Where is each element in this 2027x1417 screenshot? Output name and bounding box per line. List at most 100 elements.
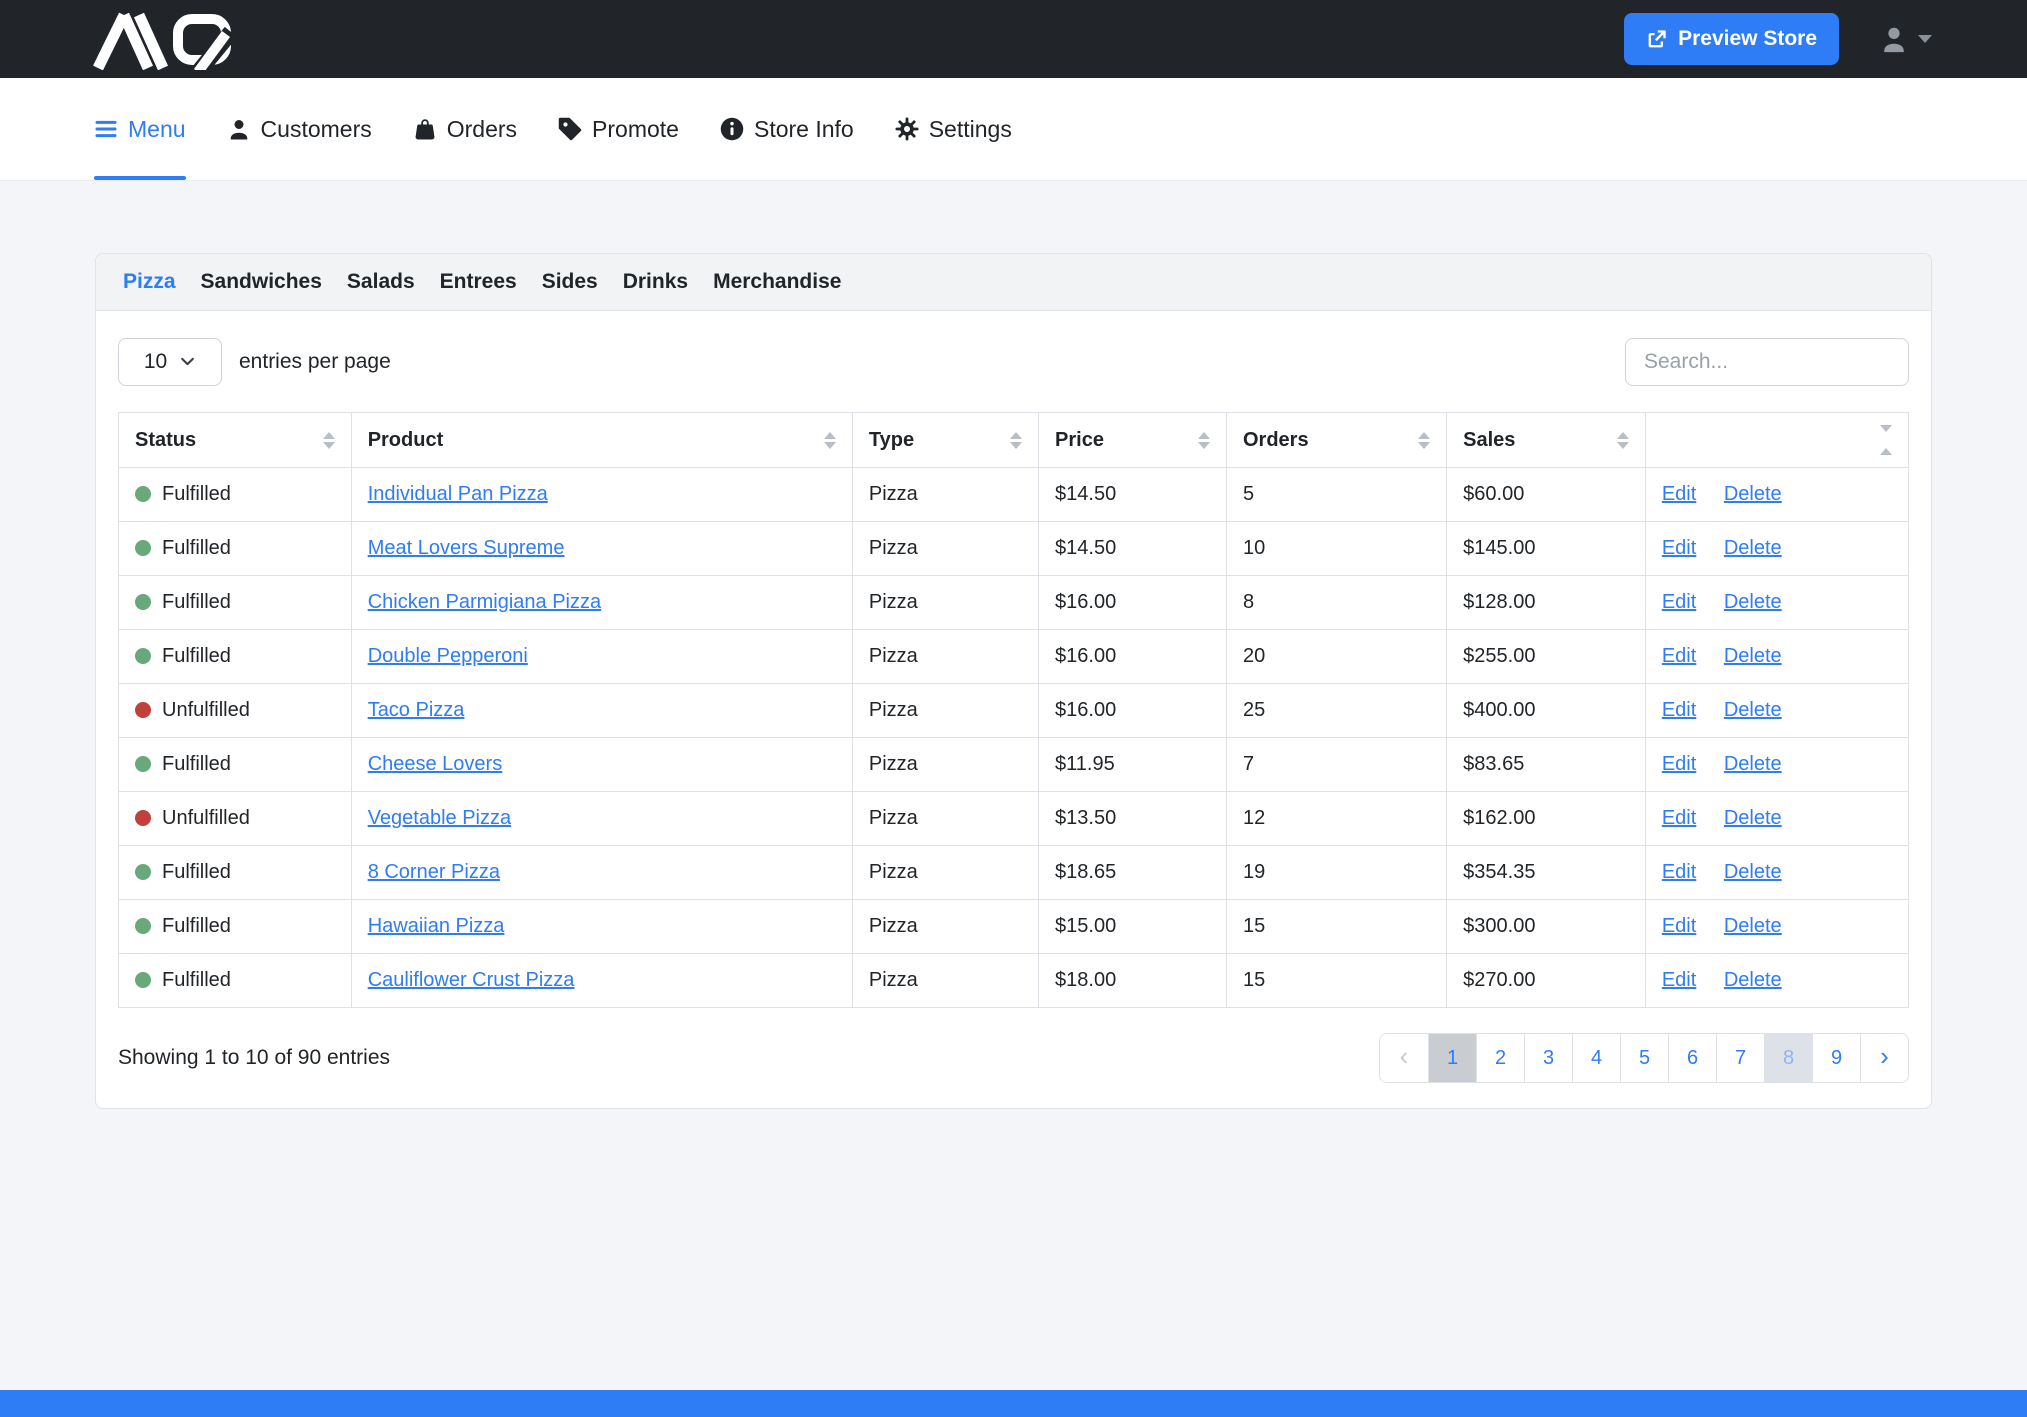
column-header-actions[interactable] bbox=[1645, 413, 1908, 468]
user-menu[interactable] bbox=[1879, 24, 1932, 54]
sort-icon bbox=[1010, 432, 1022, 449]
page-button-3[interactable]: 3 bbox=[1524, 1034, 1572, 1082]
column-header-product[interactable]: Product bbox=[351, 413, 852, 468]
product-link[interactable]: Cheese Lovers bbox=[368, 753, 503, 775]
edit-link[interactable]: Edit bbox=[1662, 969, 1696, 991]
status-label: Fulfilled bbox=[162, 537, 231, 559]
page-button-6[interactable]: 6 bbox=[1668, 1034, 1716, 1082]
delete-link[interactable]: Delete bbox=[1724, 969, 1782, 991]
column-header-type[interactable]: Type bbox=[852, 413, 1038, 468]
page-button-1[interactable]: 1 bbox=[1428, 1034, 1476, 1082]
type-cell: Pizza bbox=[852, 792, 1038, 846]
nav-item-orders[interactable]: Orders bbox=[413, 78, 517, 180]
info-icon bbox=[720, 117, 744, 141]
prev-page-button[interactable]: ‹ bbox=[1380, 1034, 1428, 1082]
actions-cell: Edit Delete bbox=[1645, 900, 1908, 954]
delete-link[interactable]: Delete bbox=[1724, 753, 1782, 775]
edit-link[interactable]: Edit bbox=[1662, 645, 1696, 667]
product-link[interactable]: Hawaiian Pizza bbox=[368, 915, 505, 937]
delete-link[interactable]: Delete bbox=[1724, 645, 1782, 667]
nav-item-settings[interactable]: Settings bbox=[895, 78, 1012, 180]
nav-item-customers[interactable]: Customers bbox=[227, 78, 372, 180]
page-button-9[interactable]: 9 bbox=[1812, 1034, 1860, 1082]
delete-link[interactable]: Delete bbox=[1724, 483, 1782, 505]
status-dot bbox=[135, 756, 151, 772]
page-button-4[interactable]: 4 bbox=[1572, 1034, 1620, 1082]
page-button-2[interactable]: 2 bbox=[1476, 1034, 1524, 1082]
tab-sides[interactable]: Sides bbox=[542, 270, 598, 294]
status-label: Fulfilled bbox=[162, 969, 231, 991]
brand-logo-aq[interactable] bbox=[90, 8, 240, 70]
sort-icon bbox=[323, 432, 335, 449]
status-label: Fulfilled bbox=[162, 753, 231, 775]
orders-cell: 25 bbox=[1226, 684, 1446, 738]
status-label: Fulfilled bbox=[162, 861, 231, 883]
price-cell: $14.50 bbox=[1039, 522, 1227, 576]
nav-item-menu[interactable]: Menu bbox=[94, 78, 186, 180]
sales-cell: $354.35 bbox=[1447, 846, 1646, 900]
nav-item-store-info[interactable]: Store Info bbox=[720, 78, 854, 180]
product-cell: Vegetable Pizza bbox=[351, 792, 852, 846]
type-cell: Pizza bbox=[852, 630, 1038, 684]
caret-down-icon bbox=[1918, 35, 1932, 43]
status-cell: Fulfilled bbox=[119, 954, 352, 1008]
edit-link[interactable]: Edit bbox=[1662, 699, 1696, 721]
category-tabs: Pizza Sandwiches Salads Entrees Sides Dr… bbox=[96, 254, 1931, 311]
delete-link[interactable]: Delete bbox=[1724, 591, 1782, 613]
product-link[interactable]: Meat Lovers Supreme bbox=[368, 537, 565, 559]
page-button-5[interactable]: 5 bbox=[1620, 1034, 1668, 1082]
column-header-orders[interactable]: Orders bbox=[1226, 413, 1446, 468]
edit-link[interactable]: Edit bbox=[1662, 915, 1696, 937]
product-link[interactable]: Individual Pan Pizza bbox=[368, 483, 548, 505]
tab-drinks[interactable]: Drinks bbox=[623, 270, 688, 294]
nav-item-promote[interactable]: Promote bbox=[558, 78, 679, 180]
edit-link[interactable]: Edit bbox=[1662, 807, 1696, 829]
edit-link[interactable]: Edit bbox=[1662, 537, 1696, 559]
search-input[interactable] bbox=[1625, 338, 1909, 386]
delete-link[interactable]: Delete bbox=[1724, 699, 1782, 721]
menu-card: Pizza Sandwiches Salads Entrees Sides Dr… bbox=[95, 253, 1932, 1109]
delete-link[interactable]: Delete bbox=[1724, 537, 1782, 559]
edit-link[interactable]: Edit bbox=[1662, 483, 1696, 505]
status-cell: Fulfilled bbox=[119, 846, 352, 900]
column-header-price[interactable]: Price bbox=[1039, 413, 1227, 468]
page-size-select[interactable]: 10 bbox=[118, 338, 222, 386]
edit-link[interactable]: Edit bbox=[1662, 591, 1696, 613]
product-link[interactable]: 8 Corner Pizza bbox=[368, 861, 500, 883]
product-link[interactable]: Vegetable Pizza bbox=[368, 807, 511, 829]
tab-entrees[interactable]: Entrees bbox=[440, 270, 517, 294]
product-link[interactable]: Double Pepperoni bbox=[368, 645, 528, 667]
topbar-actions: Preview Store bbox=[1624, 13, 1932, 65]
tab-sandwiches[interactable]: Sandwiches bbox=[201, 270, 322, 294]
tab-salads[interactable]: Salads bbox=[347, 270, 415, 294]
page-button-7[interactable]: 7 bbox=[1716, 1034, 1764, 1082]
delete-link[interactable]: Delete bbox=[1724, 861, 1782, 883]
product-link[interactable]: Cauliflower Crust Pizza bbox=[368, 969, 575, 991]
product-cell: Chicken Parmigiana Pizza bbox=[351, 576, 852, 630]
delete-link[interactable]: Delete bbox=[1724, 807, 1782, 829]
actions-cell: Edit Delete bbox=[1645, 468, 1908, 522]
tab-pizza[interactable]: Pizza bbox=[123, 270, 176, 294]
type-cell: Pizza bbox=[852, 954, 1038, 1008]
column-header-sales[interactable]: Sales bbox=[1447, 413, 1646, 468]
table-row: Fulfilled Chicken Parmigiana Pizza Pizza… bbox=[119, 576, 1909, 630]
tab-merchandise[interactable]: Merchandise bbox=[713, 270, 841, 294]
edit-link[interactable]: Edit bbox=[1662, 753, 1696, 775]
nav-label-promote: Promote bbox=[592, 116, 679, 143]
page-button-8[interactable]: 8 bbox=[1764, 1034, 1812, 1082]
orders-cell: 10 bbox=[1226, 522, 1446, 576]
price-cell: $13.50 bbox=[1039, 792, 1227, 846]
sales-cell: $255.00 bbox=[1447, 630, 1646, 684]
next-page-button[interactable]: › bbox=[1860, 1034, 1908, 1082]
preview-store-button[interactable]: Preview Store bbox=[1624, 13, 1839, 65]
sort-icon bbox=[1198, 432, 1210, 449]
product-link[interactable]: Taco Pizza bbox=[368, 699, 465, 721]
delete-link[interactable]: Delete bbox=[1724, 915, 1782, 937]
status-cell: Unfulfilled bbox=[119, 684, 352, 738]
price-cell: $15.00 bbox=[1039, 900, 1227, 954]
product-link[interactable]: Chicken Parmigiana Pizza bbox=[368, 591, 601, 613]
orders-cell: 19 bbox=[1226, 846, 1446, 900]
edit-link[interactable]: Edit bbox=[1662, 861, 1696, 883]
type-cell: Pizza bbox=[852, 684, 1038, 738]
column-header-status[interactable]: Status bbox=[119, 413, 352, 468]
